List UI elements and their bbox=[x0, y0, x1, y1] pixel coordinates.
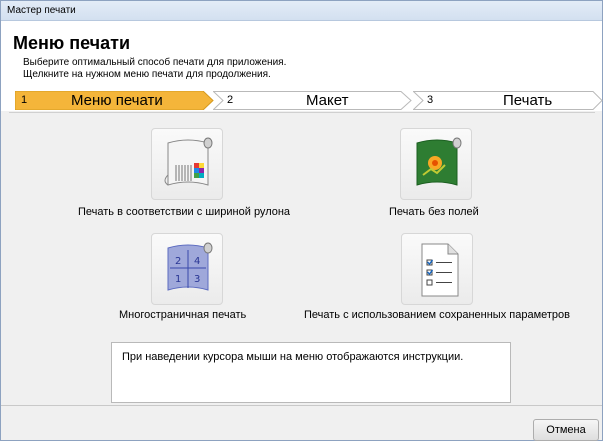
option-saved-settings-label[interactable]: Печать с использованием сохраненных пара… bbox=[304, 309, 570, 321]
option-multipage-label[interactable]: Многостраничная печать bbox=[119, 309, 246, 321]
saved-settings-icon[interactable] bbox=[401, 233, 473, 305]
option-borderless-print[interactable]: Печать без полей bbox=[361, 126, 541, 226]
option-borderless-label[interactable]: Печать без полей bbox=[389, 206, 479, 218]
option-roll-width-print[interactable]: Печать в соответствии с шириной рулона bbox=[61, 126, 311, 226]
multipage-icon[interactable]: 2 4 1 3 bbox=[151, 233, 223, 305]
footer-divider bbox=[1, 405, 602, 406]
wizard-steps: 1 Меню печати 2 Макет 3 Печать bbox=[15, 91, 603, 110]
cancel-button[interactable]: Отмена bbox=[533, 419, 599, 441]
svg-text:4: 4 bbox=[194, 256, 200, 267]
step-3-label: Печать bbox=[503, 92, 553, 109]
step-2-number: 2 bbox=[227, 94, 234, 106]
option-multipage-print[interactable]: 2 4 1 3 Многостраничная печать bbox=[101, 231, 281, 331]
page-title: Меню печати bbox=[13, 33, 131, 53]
step-3-number: 3 bbox=[427, 94, 434, 106]
svg-text:2: 2 bbox=[175, 256, 181, 267]
roll-width-icon[interactable] bbox=[151, 128, 223, 200]
step-layout: 2 Макет bbox=[213, 91, 413, 110]
title-bar[interactable]: Мастер печати bbox=[1, 1, 602, 21]
step-print-menu: 1 Меню печати bbox=[15, 91, 215, 110]
step-2-label: Макет bbox=[306, 92, 349, 109]
hint-text: При наведении курсора мыши на меню отобр… bbox=[122, 351, 464, 363]
divider bbox=[9, 112, 595, 113]
description-line-2: Щелкните на нужном меню печати для продо… bbox=[23, 69, 271, 80]
print-wizard-window: Мастер печати Меню печати Выберите оптим… bbox=[0, 0, 603, 441]
window-title: Мастер печати bbox=[7, 5, 76, 16]
description-line-1: Выберите оптимальный способ печати для п… bbox=[23, 57, 287, 68]
step-print: 3 Печать bbox=[413, 91, 603, 110]
step-1-label: Меню печати bbox=[71, 92, 163, 109]
option-saved-settings-print[interactable]: Печать с использованием сохраненных пара… bbox=[296, 231, 596, 331]
svg-text:1: 1 bbox=[175, 274, 181, 285]
option-roll-width-label[interactable]: Печать в соответствии с шириной рулона bbox=[78, 206, 290, 218]
hint-panel: При наведении курсора мыши на меню отобр… bbox=[111, 342, 511, 403]
header-panel: Меню печати Выберите оптимальный способ … bbox=[1, 21, 603, 111]
step-1-number: 1 bbox=[21, 94, 28, 106]
borderless-icon[interactable] bbox=[400, 128, 472, 200]
svg-text:3: 3 bbox=[194, 274, 200, 285]
